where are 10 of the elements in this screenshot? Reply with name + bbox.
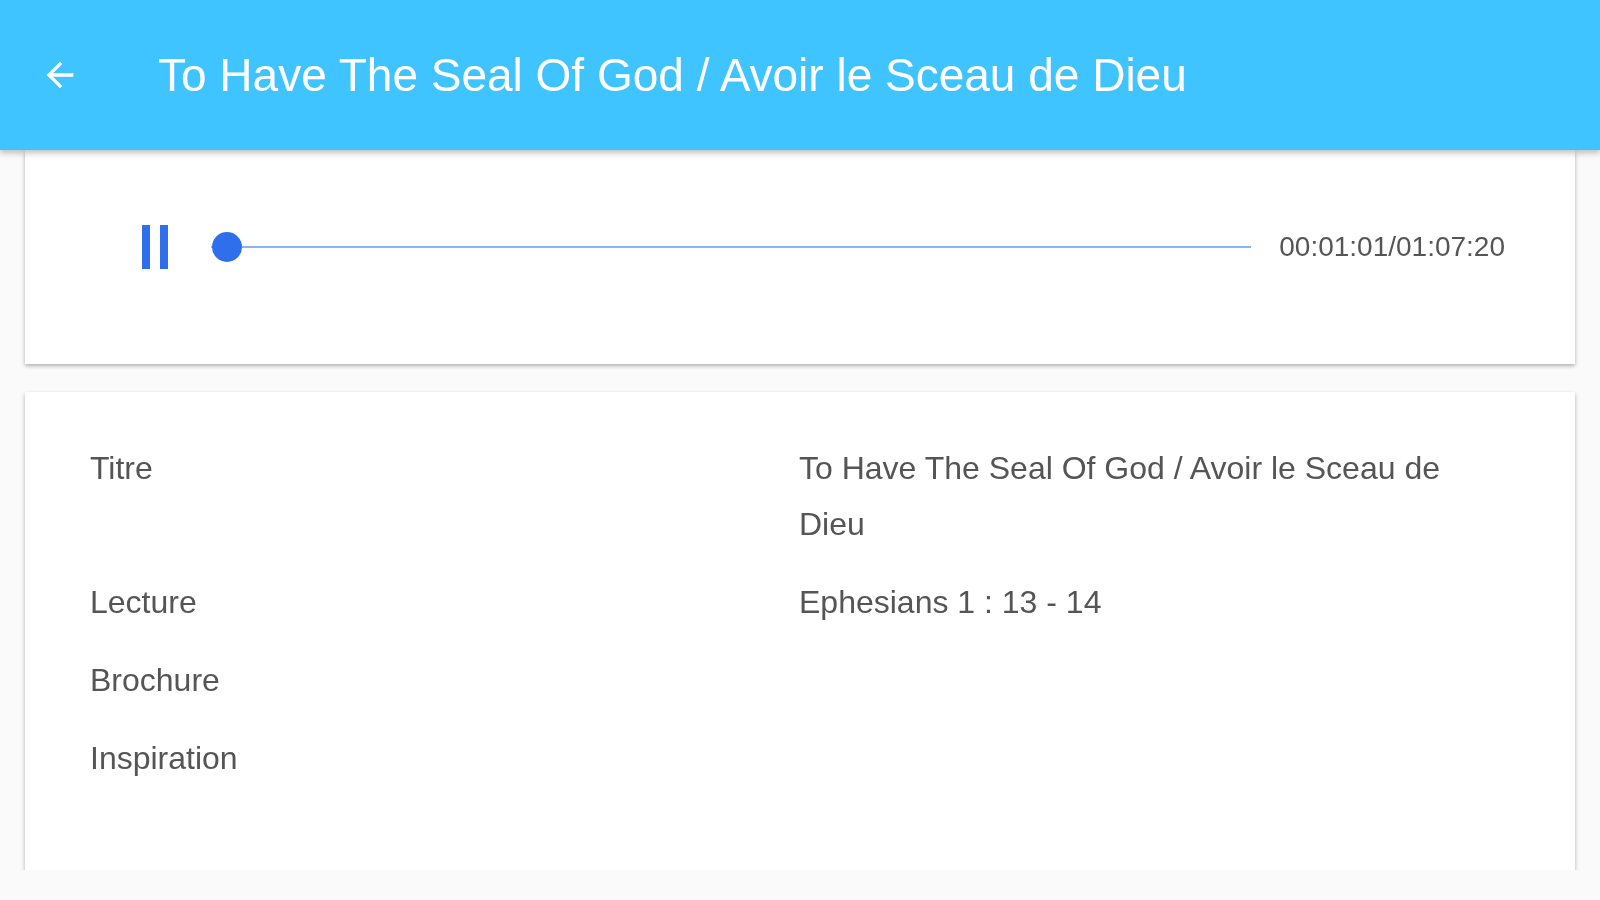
detail-label: Inspiration [90,739,239,778]
detail-label: Lecture [90,583,198,622]
detail-label: Brochure [90,661,221,700]
time-readout: 00:01:01/01:07:20 [1279,231,1505,263]
detail-value: Ephesians 1 : 13 - 14 [799,583,1103,622]
detail-label: Titre [90,449,154,488]
detail-value: To Have The Seal Of God / Avoir le Sceau de Dieu [799,449,1441,544]
pause-icon [140,225,170,269]
slider-thumb[interactable] [211,232,242,262]
app-bar-title: To Have The Seal Of God / Avoir le Sceau de Dieu [158,48,1187,102]
